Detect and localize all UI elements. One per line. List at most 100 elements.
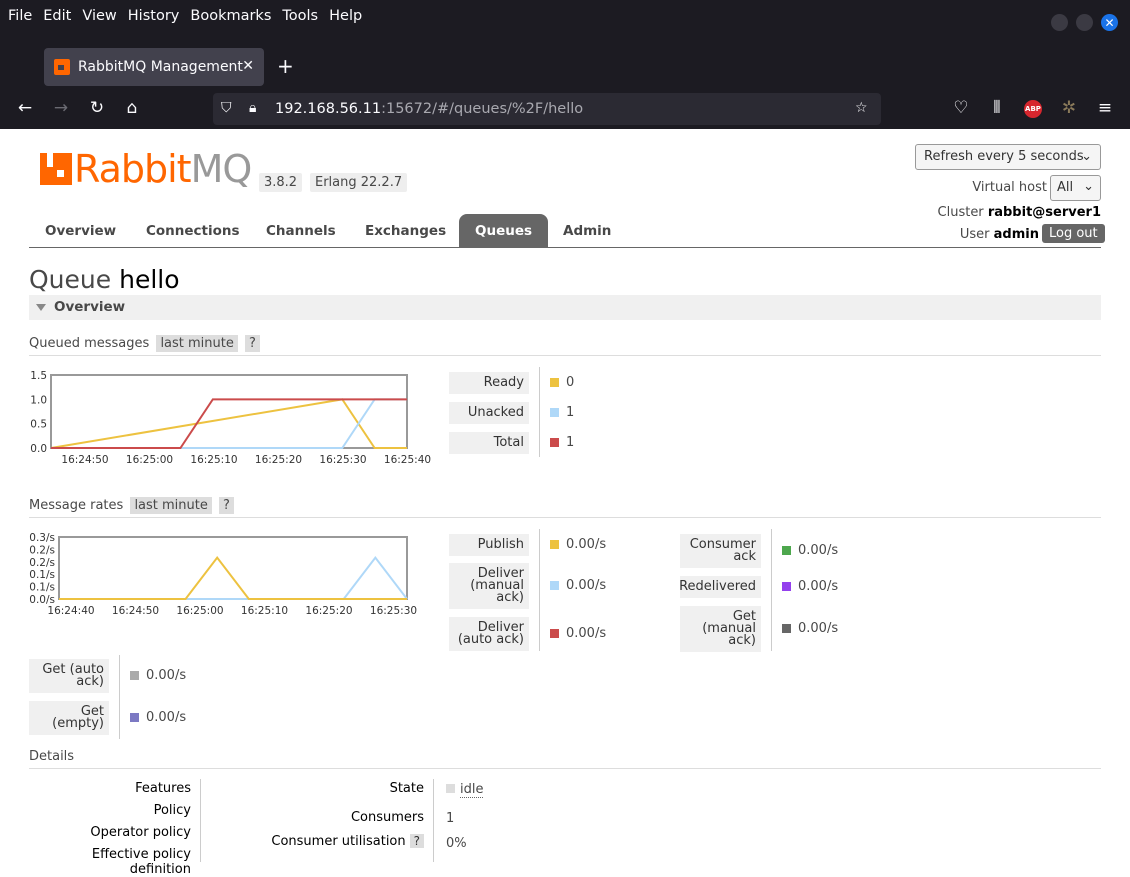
rabbitmq-favicon-icon: [54, 59, 70, 75]
details-divider: [200, 779, 201, 862]
menu-tools[interactable]: Tools: [282, 8, 318, 24]
tab-close-icon[interactable]: ✕: [242, 58, 254, 74]
rabbitmq-logo: RabbitMQ: [40, 150, 252, 188]
hamburger-menu-icon[interactable]: ≡: [1094, 98, 1116, 118]
refresh-value: Refresh every 5 seconds: [924, 149, 1084, 164]
rates-label: Message rates: [29, 498, 124, 513]
version-badge: 3.8.2: [259, 173, 303, 192]
legend-value-rates-left-0: 0.00/s: [550, 537, 606, 552]
rates-help[interactable]: ?: [219, 497, 234, 514]
legend-swatch: [130, 671, 139, 680]
details-divider: [433, 779, 434, 862]
url-bar[interactable]: ⛉ 🔒︎ 192.168.56.11:15672/#/queues/%2F/he…: [213, 93, 881, 125]
state-swatch: [446, 784, 455, 793]
legend-value-queued-2: 1: [550, 435, 574, 450]
rates-range[interactable]: last minute: [130, 497, 212, 514]
maximize-button[interactable]: [1076, 14, 1093, 31]
x-tick-label: 16:24:50: [61, 454, 108, 466]
menu-edit[interactable]: Edit: [43, 8, 71, 24]
home-icon[interactable]: ⌂: [121, 98, 143, 118]
page-title: Queue hello: [29, 265, 180, 294]
legend-swatch: [130, 713, 139, 722]
menu-help[interactable]: Help: [329, 8, 362, 24]
legend-value-text: 0.00/s: [798, 621, 839, 636]
legend-label-rates-left-0: Publish: [449, 534, 529, 556]
operator-policy-label: Operator policy: [90, 825, 191, 840]
extension-icon[interactable]: ✲: [1058, 98, 1080, 118]
queued-messages-header: Queued messages last minute ?: [29, 335, 1101, 356]
policy-label: Policy: [153, 803, 191, 818]
legend-text: Consumer ack: [680, 534, 761, 568]
tab-admin[interactable]: Admin: [547, 214, 627, 247]
menu-history[interactable]: History: [128, 8, 180, 24]
lock-icon[interactable]: 🔒︎: [249, 100, 256, 116]
browser-tab[interactable]: RabbitMQ Management ✕: [44, 48, 264, 86]
x-tick-label: 16:25:00: [176, 605, 223, 617]
tab-exchanges[interactable]: Exchanges: [349, 214, 462, 247]
feature-label: Features: [135, 781, 191, 796]
legend-swatch: [782, 546, 791, 555]
logo-mq: MQ: [190, 147, 253, 191]
legend-text: Total: [449, 432, 529, 454]
legend-label-rates-right-1: Redelivered: [679, 576, 761, 598]
back-icon[interactable]: ←: [14, 98, 36, 118]
forward-icon[interactable]: →: [50, 98, 72, 118]
reload-icon[interactable]: ↻: [86, 98, 108, 118]
state-value: idle: [446, 782, 484, 798]
utilisation-label: Consumer utilisation?: [210, 834, 424, 849]
refresh-select[interactable]: Refresh every 5 seconds ⌄: [915, 144, 1101, 170]
legend-label-rates-left-2: Deliver (auto ack): [449, 617, 529, 651]
legend-value-text: 0.00/s: [146, 710, 187, 725]
library-icon[interactable]: ⫴: [986, 98, 1008, 118]
utilisation-value: 0%: [446, 836, 467, 851]
legend-label-queued-0: Ready: [449, 372, 529, 394]
y-tick-label: 1.5: [30, 370, 47, 382]
bookmark-star-icon[interactable]: ☆: [855, 100, 868, 116]
adblock-icon[interactable]: ABP: [1024, 100, 1042, 118]
queued-help[interactable]: ?: [245, 335, 260, 352]
minimize-button[interactable]: [1051, 14, 1068, 31]
x-tick-label: 16:25:20: [305, 605, 352, 617]
rabbitmq-logo-icon: [40, 153, 72, 185]
legend-text: Deliver (manual ack): [449, 563, 529, 609]
menu-bookmarks[interactable]: Bookmarks: [190, 8, 271, 24]
overview-label: Overview: [54, 299, 126, 315]
x-tick-label: 16:25:10: [241, 605, 288, 617]
new-tab-icon[interactable]: +: [277, 54, 294, 78]
url-host: 192.168.56.11: [275, 101, 382, 117]
tab-queues[interactable]: Queues: [459, 214, 549, 247]
legend-value-rates-bottom-1: 0.00/s: [130, 710, 186, 725]
menu-view[interactable]: View: [82, 8, 116, 24]
x-tick-label: 16:24:50: [112, 605, 159, 617]
url-path: :15672/#/queues/%2F/hello: [381, 101, 584, 117]
x-tick-label: 16:25:20: [255, 454, 302, 466]
y-tick-label: 0.1/s: [29, 582, 55, 594]
y-tick-label: 0.2/s: [29, 557, 55, 569]
legend-label-rates-right-2: Get (manual ack): [680, 606, 761, 652]
utilisation-help[interactable]: ?: [409, 834, 424, 848]
tab-channels[interactable]: Channels: [250, 214, 352, 247]
shield-icon[interactable]: ⛉: [221, 100, 232, 116]
legend-value-rates-right-2: 0.00/s: [782, 621, 838, 636]
pocket-icon[interactable]: ♡: [950, 98, 972, 118]
message-rates-chart: 0.3/s 0.2/s 0.2/s 0.1/s 0.1/s 0.0/s 16:24:40 16…: [29, 531, 439, 635]
message-rates-header: Message rates last minute ?: [29, 497, 1101, 518]
x-tick-label: 16:24:40: [47, 605, 94, 617]
close-window-button[interactable]: ✕: [1101, 14, 1118, 31]
vhost-select[interactable]: All ⌄: [1050, 175, 1101, 201]
legend-value-rates-left-1: 0.00/s: [550, 578, 606, 593]
legend-value-rates-right-0: 0.00/s: [782, 543, 838, 558]
overview-section-toggle[interactable]: Overview: [29, 295, 1101, 320]
tab-overview[interactable]: Overview: [29, 214, 132, 247]
menu-file[interactable]: File: [8, 8, 32, 24]
window-controls: ✕: [1051, 14, 1118, 31]
legend-value-text: 1: [566, 405, 575, 420]
chart-frame: [50, 374, 408, 449]
tab-connections[interactable]: Connections: [130, 214, 256, 247]
queued-range[interactable]: last minute: [156, 335, 238, 352]
legend-text: Deliver (auto ack): [449, 617, 529, 651]
legend-value-rates-bottom-0: 0.00/s: [130, 668, 186, 683]
legend-swatch: [550, 408, 559, 417]
y-tick-label: 0.0: [30, 443, 47, 455]
y-tick-label: 0.2/s: [29, 544, 55, 556]
